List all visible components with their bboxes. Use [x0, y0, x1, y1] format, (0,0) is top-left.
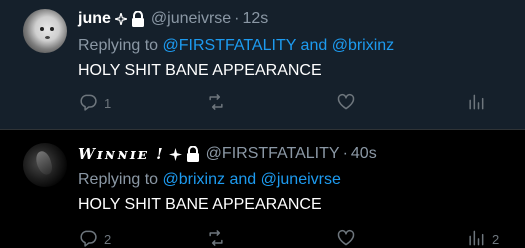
sparkle-icon	[168, 147, 182, 161]
heart-icon	[336, 228, 356, 248]
separator-dot: ·	[342, 145, 348, 162]
separator-dot: ·	[234, 10, 240, 27]
avatar[interactable]	[23, 9, 67, 53]
lock-icon	[186, 146, 200, 162]
reply-count: 1	[104, 96, 112, 111]
tweet-actions: 2 2	[78, 228, 508, 248]
display-name[interactable]: 𝑾ɪɴɴɪᴇ !	[78, 145, 165, 163]
avatar[interactable]	[23, 143, 67, 187]
display-name[interactable]: june	[78, 10, 111, 28]
bar-chart-icon	[466, 92, 486, 115]
replying-to: Replying to @brixinz and @juneivrse	[78, 171, 341, 189]
mention-link[interactable]: @juneivrse	[261, 171, 341, 188]
mention-link[interactable]: @brixinz	[332, 37, 394, 54]
like-button[interactable]	[336, 228, 362, 248]
tweet-header: june @juneivrse · 12s	[78, 10, 268, 28]
views-button[interactable]: 2	[466, 228, 499, 248]
replying-to-label: Replying to	[78, 171, 159, 188]
replying-to-label: Replying to	[78, 37, 159, 54]
heart-icon	[336, 92, 356, 115]
tweet-text: HOLY SHIT BANE APPEARANCE	[78, 196, 322, 213]
retweet-icon	[206, 228, 226, 248]
tweet-actions: 1	[78, 92, 508, 114]
retweet-icon	[206, 92, 226, 115]
view-count: 2	[492, 232, 500, 247]
mention-link[interactable]: @FIRSTFATALITY	[163, 37, 297, 54]
user-handle[interactable]: @FIRSTFATALITY	[206, 145, 340, 163]
tweet-text: HOLY SHIT BANE APPEARANCE	[78, 62, 322, 79]
reply-count: 2	[104, 232, 112, 247]
mention-and: and	[229, 171, 257, 188]
retweet-button[interactable]	[206, 228, 232, 248]
timestamp[interactable]: 12s	[243, 10, 269, 28]
sparkle-icon	[114, 13, 127, 25]
retweet-button[interactable]	[206, 92, 232, 115]
reply-icon	[78, 92, 98, 115]
user-handle[interactable]: @juneivrse	[151, 10, 231, 28]
lock-icon	[131, 11, 145, 27]
tweet[interactable]: june @juneivrse · 12s Replying to @FIRST…	[0, 0, 525, 129]
replying-to: Replying to @FIRSTFATALITY and @brixinz	[78, 37, 394, 55]
tweet[interactable]: 𝑾ɪɴɴɪᴇ ! @FIRSTFATALITY · 40s Replying t…	[0, 129, 525, 248]
timestamp[interactable]: 40s	[351, 145, 377, 163]
tweet-header: 𝑾ɪɴɴɪᴇ ! @FIRSTFATALITY · 40s	[78, 145, 377, 163]
reply-button[interactable]: 1	[78, 92, 111, 115]
reply-button[interactable]: 2	[78, 228, 111, 248]
reply-icon	[78, 228, 98, 248]
bar-chart-icon	[466, 228, 486, 248]
views-button[interactable]	[466, 92, 492, 115]
like-button[interactable]	[336, 92, 362, 115]
mention-link[interactable]: @brixinz	[163, 171, 225, 188]
mention-and: and	[300, 37, 328, 54]
